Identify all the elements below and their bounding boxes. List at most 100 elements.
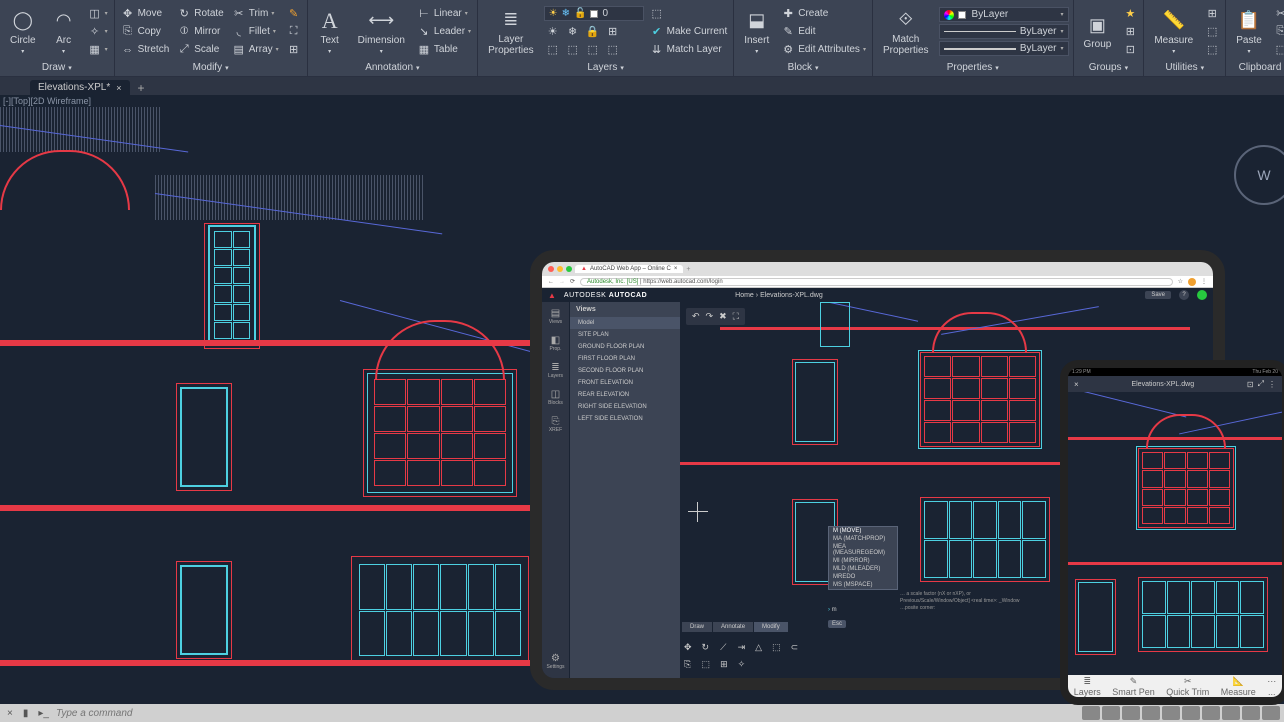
paste-button[interactable]: 📋Paste▾ <box>1230 7 1268 57</box>
layer-mini-9[interactable]: ⬚ <box>648 6 730 22</box>
dimension-button[interactable]: ⟷Dimension▾ <box>352 7 411 57</box>
layer-mini-3[interactable]: 🔒 <box>586 24 600 38</box>
tool-move-icon[interactable]: ✥ <box>684 642 692 653</box>
modify-sub2[interactable]: ⛶ <box>285 24 303 40</box>
modify-sub3[interactable]: ⊞ <box>285 42 303 58</box>
tool-mirror-icon[interactable]: △ <box>755 642 762 653</box>
layer-mini-4[interactable]: ⊞ <box>606 24 620 38</box>
save-button[interactable]: Save <box>1145 291 1171 299</box>
tablet-canvas[interactable] <box>1068 392 1282 681</box>
view-item[interactable]: FRONT ELEVATION <box>570 377 680 389</box>
layer-mini-5[interactable]: ⬚ <box>546 42 560 56</box>
browser-url-field[interactable]: Autodesk, Inc. [US] | https://web.autoca… <box>580 278 1173 286</box>
add-tab-button[interactable]: + <box>130 81 153 95</box>
circle-button[interactable]: ◯Circle▾ <box>4 7 42 57</box>
view-item[interactable]: Model <box>570 317 680 329</box>
tablet-tool[interactable]: 📐Measure <box>1221 676 1256 697</box>
leader-button[interactable]: ↘Leader▾ <box>415 24 473 40</box>
tool-offset-icon[interactable]: ⇥ <box>738 642 746 653</box>
layer-mini-8[interactable]: ⬚ <box>606 42 620 56</box>
browser-reload-icon[interactable]: ⟳ <box>570 278 575 285</box>
arc-button[interactable]: ◠Arc▾ <box>46 7 82 57</box>
array-button[interactable]: ▤Array▾ <box>230 42 281 58</box>
tablet-tool[interactable]: ✂Quick Trim <box>1166 676 1209 697</box>
browser-tab-close[interactable]: × <box>674 266 678 272</box>
tab-annotate[interactable]: Annotate <box>713 622 753 632</box>
scale-button[interactable]: ⤢Scale <box>175 42 225 58</box>
undo-icon[interactable]: ↶ <box>692 311 700 322</box>
create-block-button[interactable]: ✚Create <box>779 6 868 22</box>
match-properties-button[interactable]: ⟐Match Properties <box>877 6 935 58</box>
layer-properties-button[interactable]: ≣Layer Properties <box>482 6 540 58</box>
tool-fillet-icon[interactable]: ⊂ <box>791 642 799 653</box>
view-item[interactable]: REAR ELEVATION <box>570 389 680 401</box>
browser-new-tab[interactable]: + <box>686 266 690 273</box>
browser-user-icon[interactable] <box>1188 278 1196 286</box>
draw-sub1[interactable]: ◫▾ <box>86 6 110 22</box>
tool-scale-icon[interactable]: ⬚ <box>772 642 781 653</box>
rail-layers[interactable]: ≣Layers <box>548 362 563 379</box>
draw-sub2[interactable]: ✧▾ <box>86 24 110 40</box>
view-item[interactable]: GROUND FLOOR PLAN <box>570 341 680 353</box>
measure-button[interactable]: 📏Measure▾ <box>1148 7 1199 57</box>
rail-xref[interactable]: ⎘XREF <box>549 416 562 433</box>
ac-item[interactable]: MEA (MEASUREGEOM) <box>829 543 897 557</box>
view-item[interactable]: LEFT SIDE ELEVATION <box>570 413 680 425</box>
trim-button[interactable]: ✂Trim▾ <box>230 6 281 22</box>
lineweight-dropdown[interactable]: ByLayer▾ <box>939 41 1069 56</box>
viewport-label[interactable]: [-][Top][2D Wireframe] <box>0 95 94 107</box>
match-layer-button[interactable]: ⇊Match Layer <box>648 42 730 58</box>
webapp-command-line[interactable]: › m <box>828 607 837 613</box>
linetype-dropdown[interactable]: ByLayer▾ <box>939 24 1069 39</box>
clip-sub3[interactable]: ⬚ <box>1272 42 1284 58</box>
ac-item[interactable]: MA (MATCHPROP) <box>829 535 897 543</box>
make-current-button[interactable]: ✔Make Current <box>648 24 730 40</box>
modify-sub1[interactable]: ✎ <box>285 6 303 22</box>
tab-modify[interactable]: Modify <box>754 622 788 632</box>
layer-mini-1[interactable]: ☀ <box>546 24 560 38</box>
browser-star-icon[interactable]: ☆ <box>1178 278 1183 285</box>
copy-button[interactable]: ⎘Copy <box>119 24 172 40</box>
fit-icon[interactable]: ⛶ <box>733 311 739 322</box>
tool-trim-icon[interactable]: ⟋ <box>720 642 728 653</box>
rotate-button[interactable]: ↻Rotate <box>175 6 225 22</box>
ac-item[interactable]: MS (MSPACE) <box>829 581 897 589</box>
edit-block-button[interactable]: ✎Edit <box>779 24 868 40</box>
text-button[interactable]: AText▾ <box>312 7 348 57</box>
ac-item[interactable]: MREDO <box>829 573 897 581</box>
util-sub3[interactable]: ⬚ <box>1203 42 1221 58</box>
tablet-menu-icon[interactable]: ⋮ <box>1268 380 1276 389</box>
help-icon[interactable]: ? <box>1179 290 1189 300</box>
ac-item[interactable]: MI (MIRROR) <box>829 557 897 565</box>
window-min-icon[interactable] <box>557 266 563 272</box>
window-max-icon[interactable] <box>566 266 572 272</box>
color-dropdown[interactable]: ByLayer▾ <box>939 7 1069 22</box>
clip-sub1[interactable]: ✂ <box>1272 6 1284 22</box>
rail-prop[interactable]: ◧Prop. <box>550 335 562 352</box>
tablet-action1-icon[interactable]: ⊡ <box>1247 380 1254 389</box>
rail-settings[interactable]: ⚙Settings <box>546 653 564 670</box>
group-sub3[interactable]: ⊡ <box>1121 42 1139 58</box>
browser-back-icon[interactable]: ← <box>548 279 554 285</box>
command-input[interactable] <box>56 708 316 719</box>
group-sub2[interactable]: ⊞ <box>1121 24 1139 40</box>
view-item[interactable]: FIRST FLOOR PLAN <box>570 353 680 365</box>
tool-array-icon[interactable]: ⊞ <box>720 659 728 670</box>
close-tab-icon[interactable]: × <box>116 83 121 93</box>
util-sub1[interactable]: ⊞ <box>1203 6 1221 22</box>
viewcube[interactable]: W <box>1234 145 1284 205</box>
tablet-tool[interactable]: ≣Layers <box>1074 676 1101 697</box>
layer-mini-2[interactable]: ❄ <box>566 24 580 38</box>
tool-copy-icon[interactable]: ⎘ <box>684 659 692 670</box>
rail-views[interactable]: ▤Views <box>549 308 562 325</box>
redo-icon[interactable]: ↷ <box>706 311 714 322</box>
breadcrumb[interactable]: Home › Elevations-XPL.dwg <box>735 292 823 299</box>
window-close-icon[interactable] <box>548 266 554 272</box>
layer-mini-7[interactable]: ⬚ <box>586 42 600 56</box>
erase-icon[interactable]: ✖ <box>719 311 727 322</box>
tool-explode-icon[interactable]: ✧ <box>738 659 746 670</box>
linear-button[interactable]: ⊢Linear▾ <box>415 6 473 22</box>
cmd-handle-icon[interactable]: ▮ <box>20 708 32 719</box>
layer-mini-6[interactable]: ⬚ <box>566 42 580 56</box>
view-item[interactable]: SITE PLAN <box>570 329 680 341</box>
